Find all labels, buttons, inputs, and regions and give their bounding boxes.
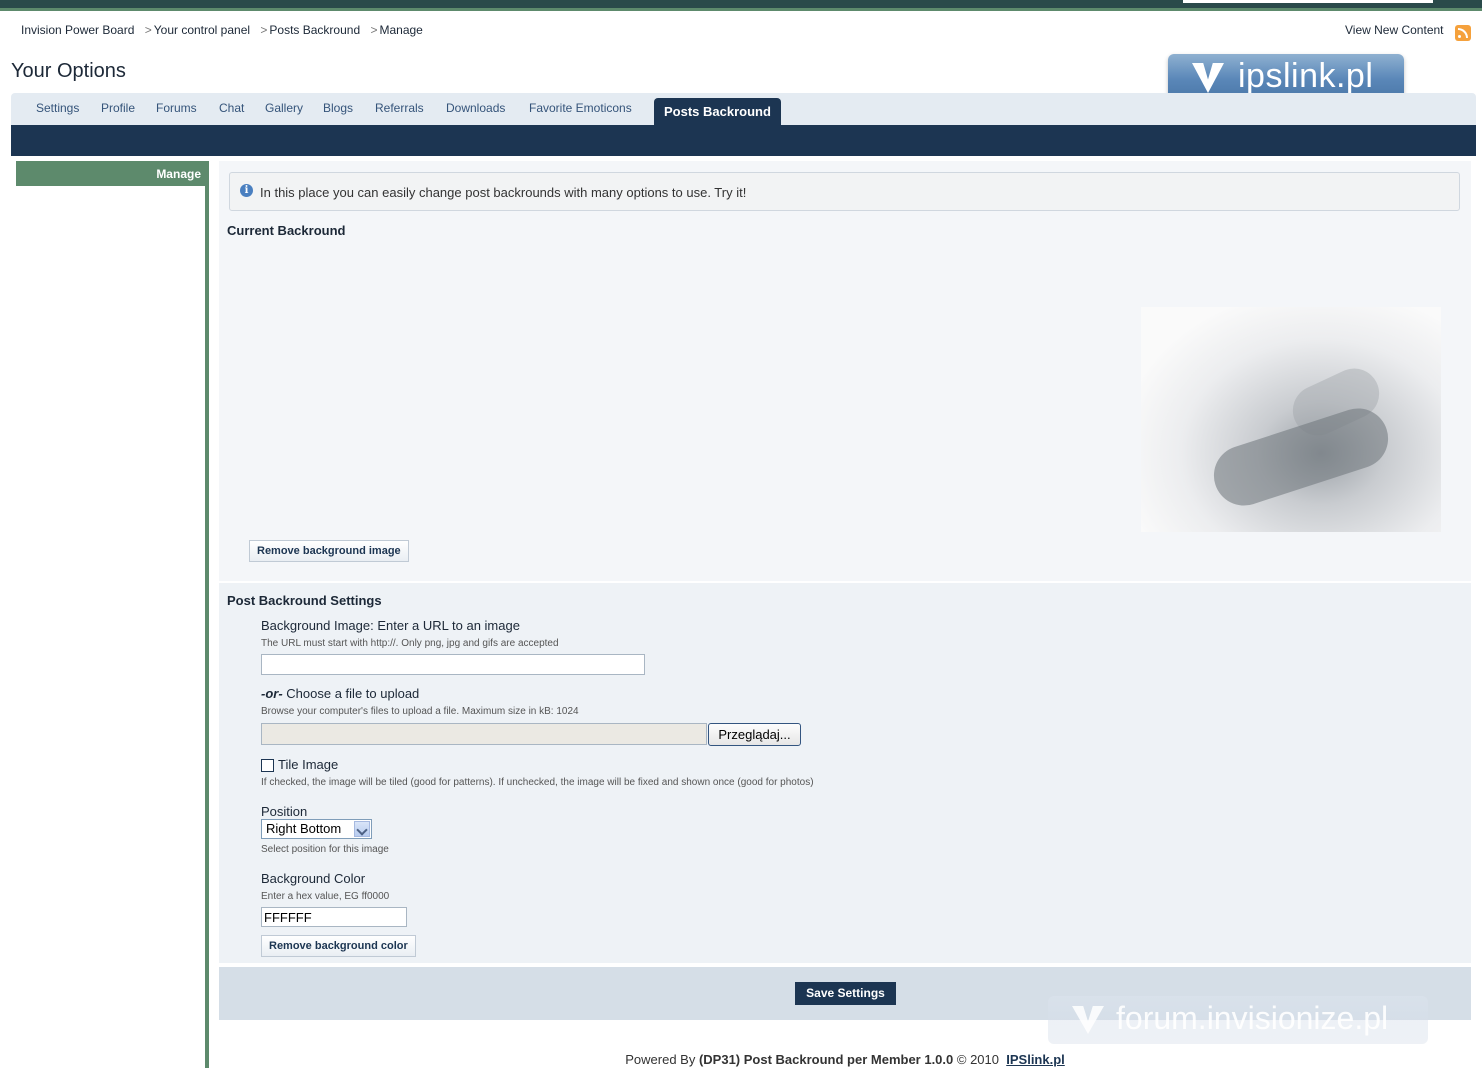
- tile-image-checkbox[interactable]: [261, 759, 274, 772]
- sidebar-divider: [205, 161, 209, 1068]
- watermark-logo-icon: [1072, 1006, 1104, 1034]
- breadcrumb-item[interactable]: Posts Backround: [269, 23, 360, 37]
- tab-profile[interactable]: Profile: [101, 101, 135, 115]
- image-url-input[interactable]: [261, 654, 645, 675]
- tab-referrals[interactable]: Referrals: [375, 101, 424, 115]
- logo-text: ipslink.pl: [1238, 57, 1374, 95]
- remove-background-color-button[interactable]: Remove background color: [261, 935, 416, 957]
- watermark-text: forum.invisionize.pl: [1116, 1000, 1389, 1036]
- background-color-description: Enter a hex value, EG ff0000: [261, 891, 390, 902]
- image-url-description: The URL must start with http://. Only pn…: [261, 638, 559, 649]
- powered-by-footer: Powered By (DP31) Post Backround per Mem…: [0, 1052, 1482, 1067]
- breadcrumb-separator: >: [370, 23, 378, 37]
- tab-favorite-emoticons[interactable]: Favorite Emoticons: [529, 101, 632, 115]
- tab-chat[interactable]: Chat: [219, 101, 244, 115]
- info-message: i In this place you can easily change po…: [229, 172, 1460, 211]
- breadcrumb-item[interactable]: Manage: [379, 23, 422, 37]
- save-settings-button[interactable]: Save Settings: [795, 982, 896, 1005]
- background-color-label: Background Color: [261, 871, 366, 886]
- remove-background-image-button[interactable]: Remove background image: [249, 540, 409, 562]
- page-title: Your Options: [11, 60, 126, 82]
- tab-posts-backround[interactable]: Posts Backround: [654, 98, 781, 125]
- footer-product: (DP31) Post Backround per Member 1.0.0: [698, 1052, 954, 1067]
- view-new-content-link[interactable]: View New Content: [1345, 23, 1444, 37]
- invisionize-watermark: forum.invisionize.pl: [1048, 996, 1428, 1044]
- chevron-down-icon[interactable]: [354, 821, 370, 837]
- tab-downloads[interactable]: Downloads: [446, 101, 505, 115]
- or-label: -or-: [261, 686, 283, 701]
- tile-image-description: If checked, the image will be tiled (goo…: [261, 777, 814, 788]
- image-url-label: Background Image: Enter a URL to an imag…: [261, 618, 520, 633]
- upload-label-text: Choose a file to upload: [286, 686, 420, 701]
- tile-image-label[interactable]: Tile Image: [278, 757, 338, 772]
- current-background-title: Current Backround: [227, 223, 346, 238]
- footer-link[interactable]: IPSlink.pl: [1006, 1052, 1065, 1067]
- tab-forums[interactable]: Forums: [156, 101, 197, 115]
- logo-mark-icon: [1192, 63, 1224, 93]
- search-box-edge[interactable]: [1183, 0, 1433, 3]
- info-icon: i: [240, 184, 253, 197]
- browse-button[interactable]: Przeglądaj...: [708, 723, 801, 746]
- rss-icon[interactable]: [1455, 25, 1471, 41]
- settings-title: Post Backround Settings: [227, 593, 382, 608]
- upload-description: Browse your computer's files to upload a…: [261, 706, 579, 717]
- upload-label: -or- Choose a file to upload: [261, 686, 419, 701]
- position-description: Select position for this image: [261, 844, 389, 855]
- footer-prefix: Powered By: [625, 1052, 696, 1067]
- breadcrumb-separator: >: [144, 23, 152, 37]
- tab-blogs[interactable]: Blogs: [323, 101, 353, 115]
- info-message-text: In this place you can easily change post…: [260, 185, 747, 200]
- position-select-value: Right Bottom: [266, 821, 342, 836]
- top-bar: [0, 0, 1482, 11]
- tab-settings[interactable]: Settings: [36, 101, 79, 115]
- file-path-field[interactable]: [261, 723, 707, 745]
- background-color-input[interactable]: [261, 907, 407, 927]
- tab-bar: Settings Profile Forums Chat Gallery Blo…: [11, 93, 1476, 125]
- breadcrumb-item[interactable]: Invision Power Board: [21, 23, 134, 37]
- breadcrumb-item[interactable]: Your control panel: [154, 23, 250, 37]
- breadcrumb-separator: >: [260, 23, 268, 37]
- tab-content-bar: [11, 125, 1476, 156]
- breadcrumb: Invision Power Board > Your control panel…: [21, 23, 423, 37]
- sidebar-item-manage[interactable]: Manage: [16, 161, 206, 186]
- position-select[interactable]: Right Bottom: [261, 819, 372, 839]
- background-preview-image: [1141, 307, 1441, 532]
- footer-copyright: © 2010: [956, 1052, 1000, 1067]
- position-label: Position: [261, 804, 308, 819]
- tab-gallery[interactable]: Gallery: [265, 101, 303, 115]
